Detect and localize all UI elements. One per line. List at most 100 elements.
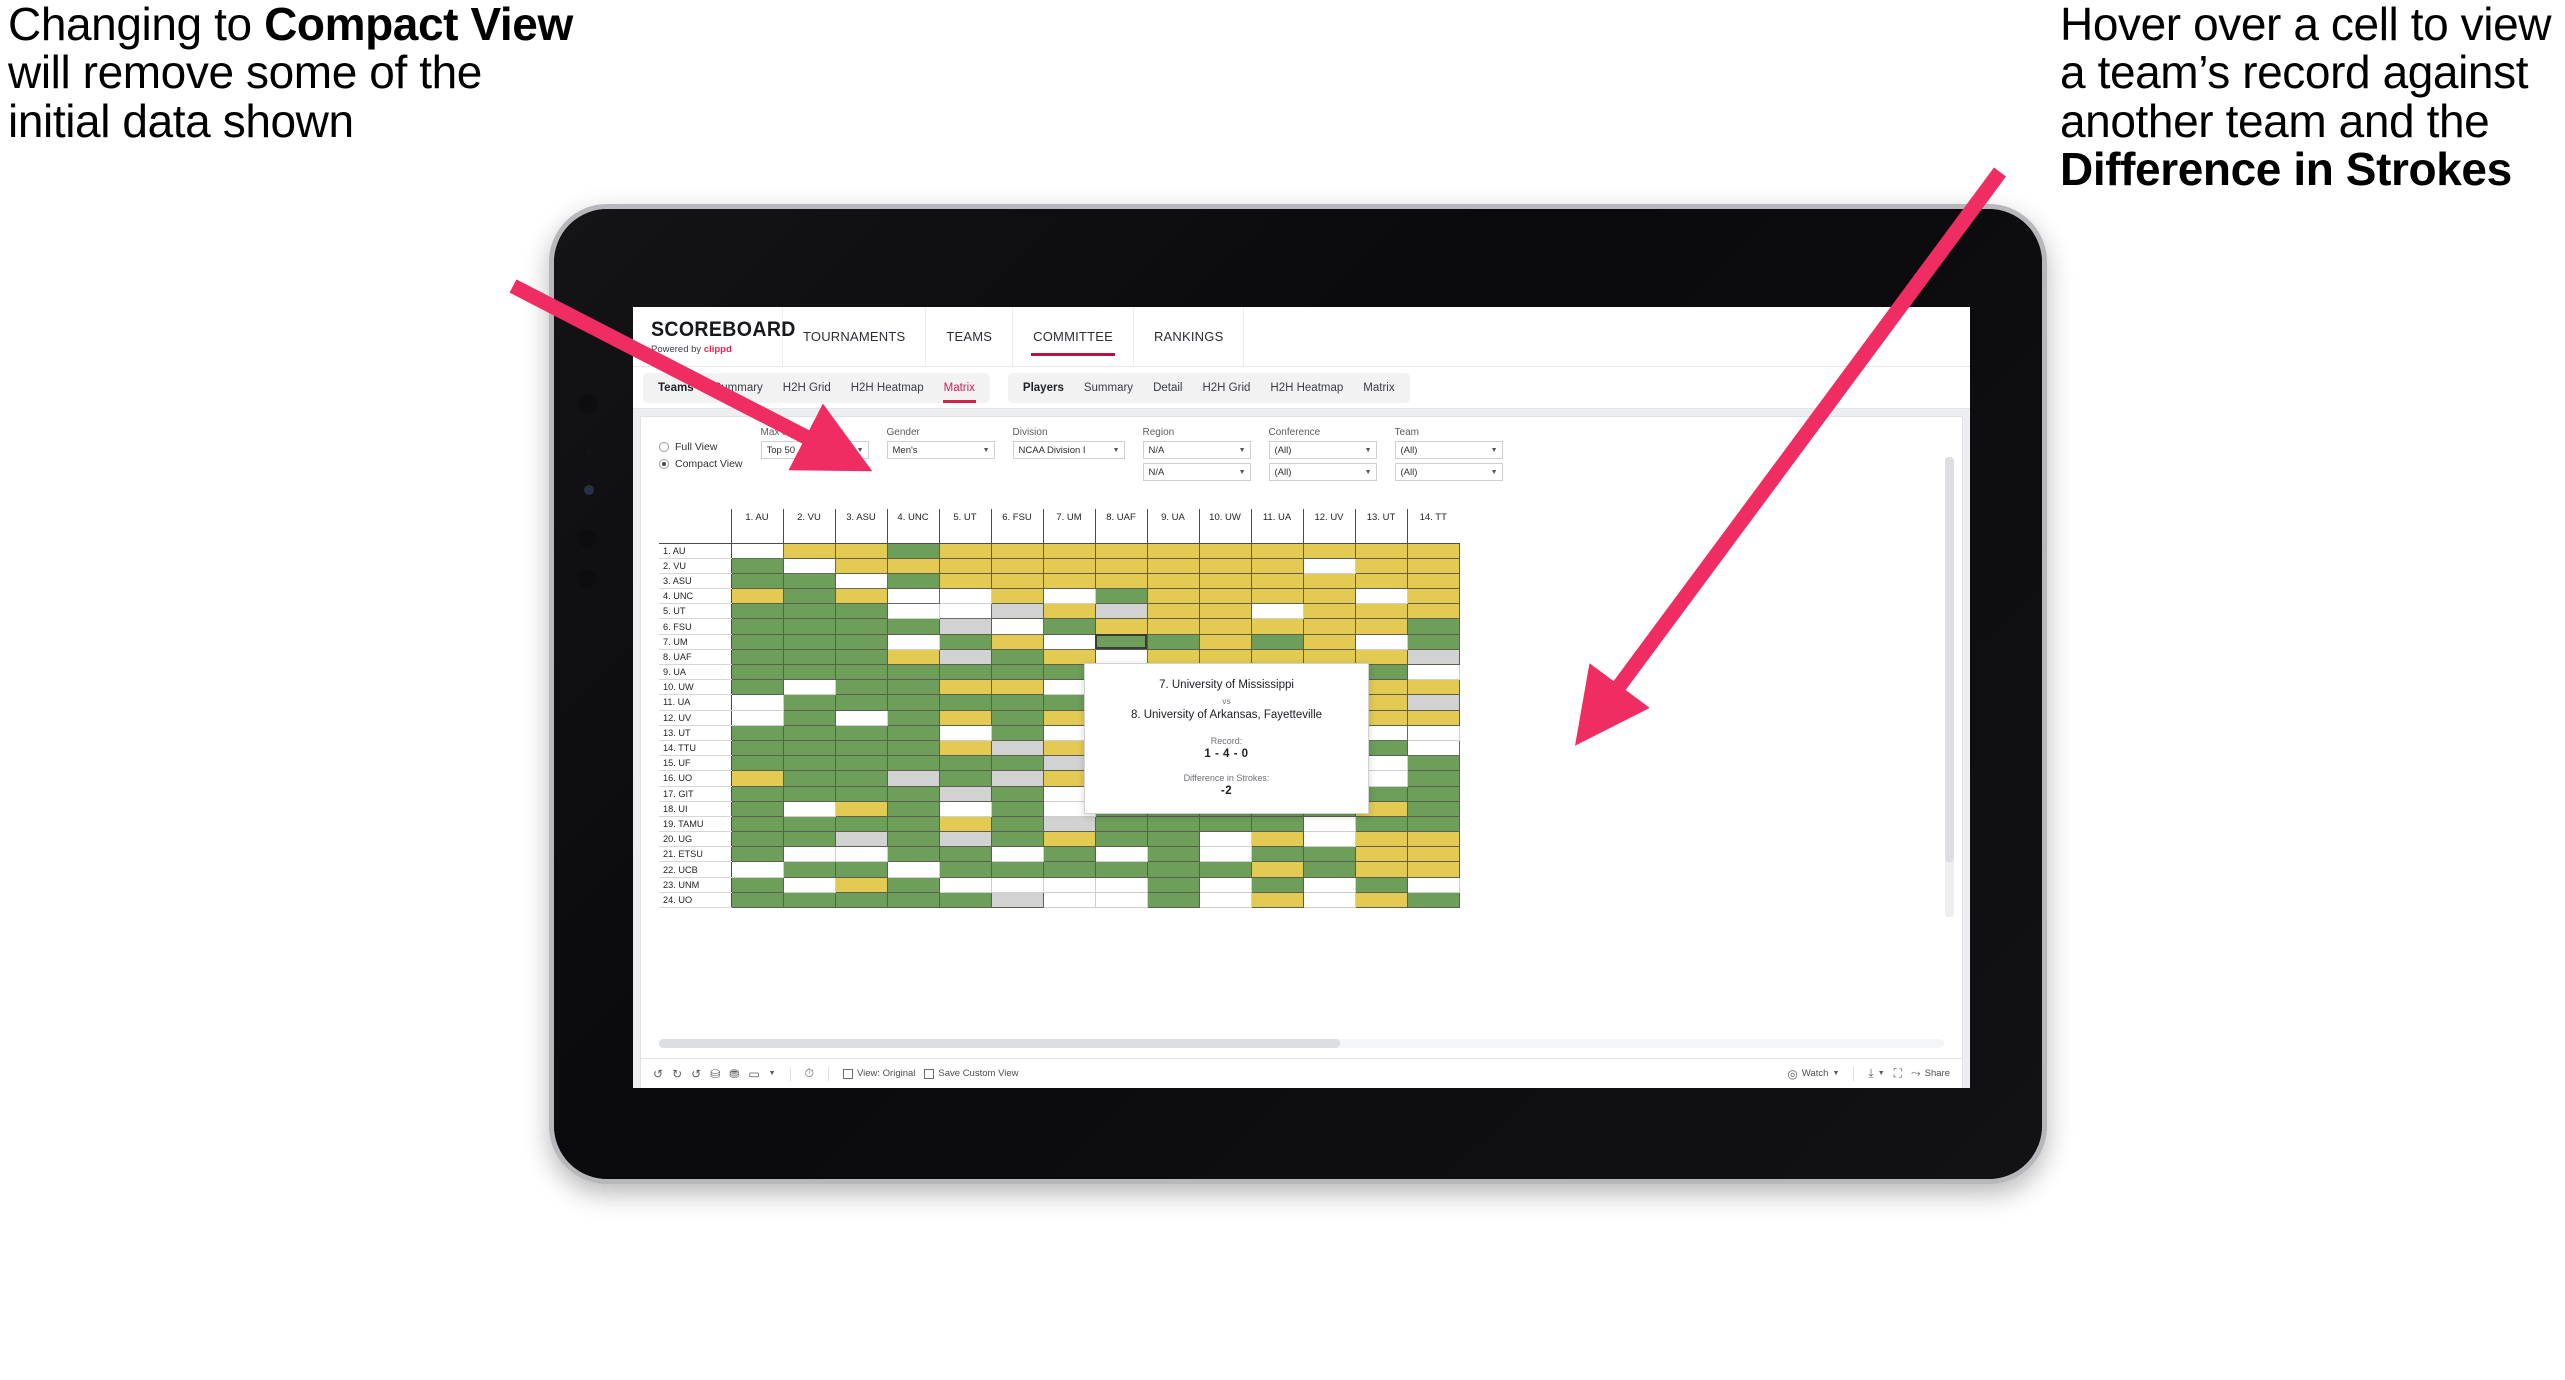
matrix-cell[interactable] [1146, 557, 1200, 574]
matrix-cell[interactable] [1406, 755, 1460, 772]
matrix-col-header[interactable]: 8. UAF [1094, 509, 1147, 544]
matrix-cell[interactable] [782, 891, 836, 909]
matrix-cell[interactable] [834, 633, 888, 650]
matrix-cell[interactable] [782, 876, 836, 893]
matrix-cell[interactable] [834, 588, 888, 605]
matrix-cell[interactable] [1042, 618, 1096, 635]
matrix-cell[interactable] [938, 633, 992, 650]
matrix-cell[interactable] [730, 588, 784, 605]
matrix-col-header[interactable]: 6. FSU [990, 509, 1043, 544]
matrix-row-header[interactable]: 18. UI [659, 801, 732, 817]
matrix-col-header[interactable]: 5. UT [938, 509, 991, 544]
view-original-button[interactable]: View: Original [842, 1068, 915, 1079]
matrix-cell[interactable] [1406, 739, 1460, 757]
matrix-cell[interactable] [1042, 557, 1096, 574]
matrix-cell[interactable] [1406, 785, 1460, 802]
matrix-cell[interactable] [990, 572, 1044, 590]
matrix-cell[interactable] [886, 572, 940, 590]
subnav-players-summary[interactable]: Summary [1077, 379, 1140, 397]
matrix-cell[interactable] [1146, 572, 1200, 590]
matrix-cell[interactable] [886, 724, 940, 741]
matrix-cell[interactable] [886, 542, 940, 559]
matrix-cell[interactable] [938, 800, 992, 817]
matrix-row-header[interactable]: 3. ASU [659, 573, 732, 590]
matrix-row-header[interactable]: 15. UF [659, 755, 732, 772]
matrix-cell[interactable] [1302, 876, 1356, 893]
matrix-row-header[interactable]: 19. TAMU [659, 816, 732, 833]
matrix-cell[interactable] [1302, 831, 1356, 848]
matrix-cell[interactable] [1250, 876, 1304, 893]
matrix-cell[interactable] [938, 694, 992, 711]
radio-compact-view[interactable]: Compact View [659, 458, 743, 470]
matrix-cell[interactable] [886, 846, 940, 863]
matrix-cell[interactable] [886, 739, 940, 757]
matrix-cell[interactable] [782, 603, 836, 620]
matrix-col-header[interactable]: 13. UT [1354, 509, 1407, 544]
matrix-cell[interactable] [1146, 831, 1200, 848]
matrix-cell[interactable] [782, 739, 836, 757]
matrix-cell[interactable] [782, 755, 836, 772]
matrix-col-header[interactable]: 4. UNC [886, 509, 939, 544]
revert-icon[interactable]: ↺ [691, 1067, 701, 1081]
matrix-cell[interactable] [990, 618, 1044, 635]
share-button[interactable]: ⤳ Share [1911, 1066, 1950, 1081]
matrix-cell[interactable] [1198, 588, 1252, 605]
matrix-cell[interactable] [1250, 861, 1304, 878]
matrix-cell[interactable] [886, 633, 940, 650]
matrix-cell[interactable] [1354, 633, 1408, 650]
matrix-cell[interactable] [1406, 709, 1460, 726]
matrix-cell[interactable] [1042, 891, 1096, 909]
matrix-cell[interactable] [990, 709, 1044, 726]
vertical-scrollbar[interactable] [1945, 457, 1954, 917]
matrix-cell[interactable] [782, 618, 836, 635]
matrix-row-header[interactable]: 10. UW [659, 679, 732, 696]
matrix-cell[interactable] [782, 785, 836, 802]
matrix-cell[interactable] [782, 724, 836, 741]
filter-region-select-1[interactable]: N/A ▼ [1142, 441, 1251, 459]
matrix-cell[interactable] [834, 724, 888, 741]
matrix-cell[interactable] [834, 770, 888, 787]
matrix-cell[interactable] [834, 572, 888, 590]
matrix-cell[interactable] [938, 770, 992, 787]
matrix-cell[interactable] [1302, 891, 1356, 909]
clock-icon[interactable]: ⏱ [805, 1066, 814, 1081]
matrix-cell[interactable] [834, 603, 888, 620]
matrix-cell[interactable] [1302, 603, 1356, 620]
matrix-cell[interactable] [1406, 846, 1460, 863]
matrix-cell[interactable] [1406, 891, 1460, 909]
matrix-cell[interactable] [834, 663, 888, 681]
matrix-cell[interactable] [730, 709, 784, 726]
filter-conference-select-2[interactable]: (All) ▼ [1268, 463, 1377, 481]
download-button[interactable]: ⤓ ▼ [1868, 1066, 1884, 1081]
subnav-teams-summary[interactable]: Summary [707, 379, 770, 397]
matrix-cell[interactable] [990, 785, 1044, 802]
matrix-cell[interactable] [938, 679, 992, 696]
matrix-cell[interactable] [1198, 861, 1252, 878]
matrix-cell[interactable] [1146, 618, 1200, 635]
matrix-cell[interactable] [886, 648, 940, 666]
matrix-cell[interactable] [990, 663, 1044, 681]
matrix-cell[interactable] [990, 603, 1044, 620]
matrix-cell[interactable] [1146, 815, 1200, 833]
matrix-cell[interactable] [730, 846, 784, 863]
matrix-cell[interactable] [1406, 815, 1460, 833]
matrix-col-header[interactable]: 14. TT [1406, 509, 1459, 544]
matrix-cell[interactable] [730, 694, 784, 711]
filter-region-select-2[interactable]: N/A ▼ [1142, 463, 1251, 481]
matrix-cell[interactable] [834, 891, 888, 909]
matrix-cell[interactable] [1042, 861, 1096, 878]
matrix-cell[interactable] [1198, 876, 1252, 893]
matrix-cell[interactable] [730, 785, 784, 802]
matrix-cell[interactable] [1198, 557, 1252, 574]
matrix-cell[interactable] [1302, 861, 1356, 878]
matrix-cell[interactable] [886, 557, 940, 574]
matrix-col-header[interactable]: 1. AU [730, 509, 783, 544]
matrix-cell[interactable] [1042, 876, 1096, 893]
matrix-col-header[interactable]: 3. ASU [834, 509, 887, 544]
matrix-cell[interactable] [886, 785, 940, 802]
matrix-cell[interactable] [1146, 861, 1200, 878]
matrix-cell[interactable] [1354, 846, 1408, 863]
matrix-cell[interactable] [1042, 831, 1096, 848]
nav-teams[interactable]: TEAMS [926, 307, 1014, 366]
matrix-cell[interactable] [1250, 557, 1304, 574]
